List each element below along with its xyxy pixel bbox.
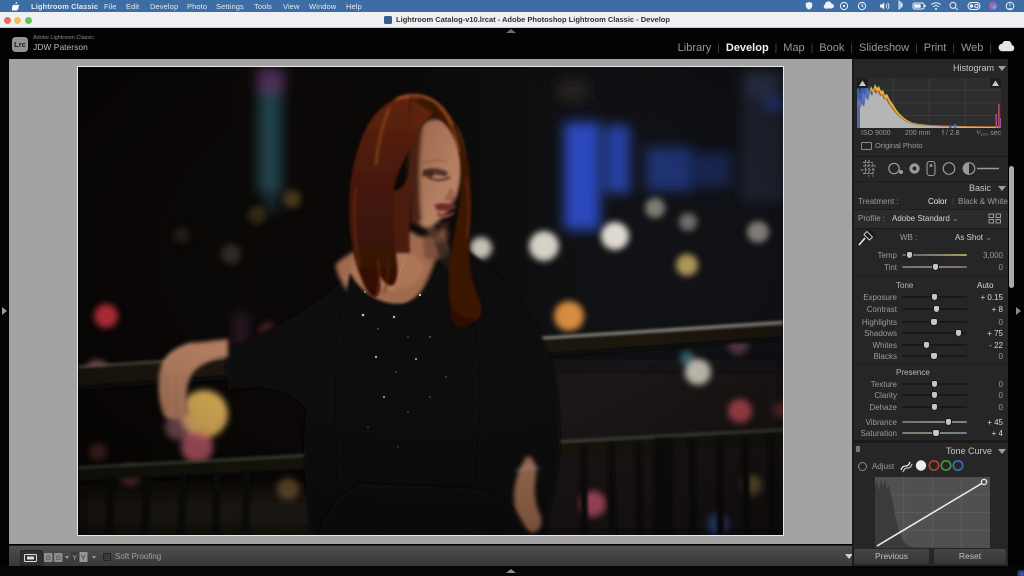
svg-text:Y: Y bbox=[81, 553, 86, 562]
svg-text:G: G bbox=[46, 555, 51, 562]
svg-text:Y: Y bbox=[72, 553, 77, 562]
svg-text:G: G bbox=[56, 555, 61, 562]
